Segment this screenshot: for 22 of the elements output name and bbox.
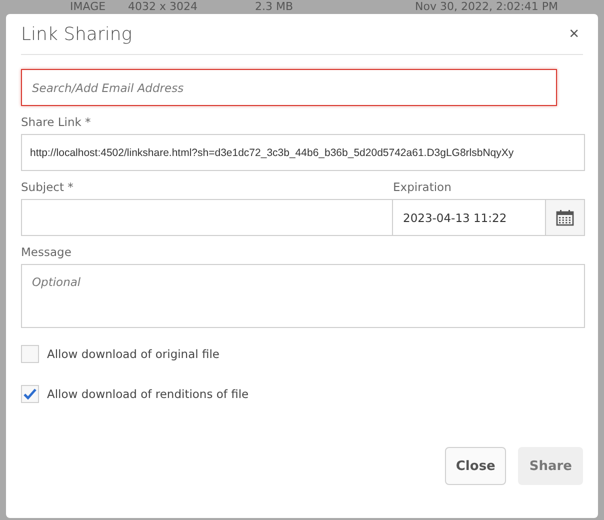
field-label: Message [21, 245, 72, 259]
close-button[interactable]: × [565, 24, 583, 44]
message-field[interactable]: Optional [21, 264, 585, 328]
calendar-button[interactable] [546, 199, 585, 236]
close-dialog-button[interactable]: Close [444, 447, 506, 485]
table-cell: 2.3 MB [255, 0, 294, 13]
field-label: Share Link * [21, 115, 92, 129]
subject-field[interactable] [21, 199, 393, 236]
email-search-field[interactable]: Search/Add Email Address [21, 69, 557, 106]
field-label: Expiration [393, 180, 452, 194]
calendar-icon [556, 210, 574, 226]
table-cell: IMAGE [70, 0, 106, 13]
table-cell: Nov 30, 2022, 2:02:41 PM [415, 0, 558, 13]
field-label: Subject * [21, 180, 74, 194]
date-field[interactable]: 2023-04-13 11:22 [393, 199, 546, 236]
share-link-field[interactable]: http://localhost:4502/linkshare.html?sh=d3e1dc72_3c3b_44b6_b36b_5d20d5742a61.D3gLG8rlsbNqyXy [21, 134, 585, 171]
checkbox-label: Allow download of original file [47, 347, 220, 361]
checkbox[interactable] [21, 385, 39, 403]
dialog-title: Link Sharing [21, 24, 132, 44]
checkbox[interactable] [21, 345, 39, 363]
checkbox-label: Allow download of renditions of file [47, 387, 249, 401]
table-cell: 4032 x 3024 [128, 0, 198, 13]
